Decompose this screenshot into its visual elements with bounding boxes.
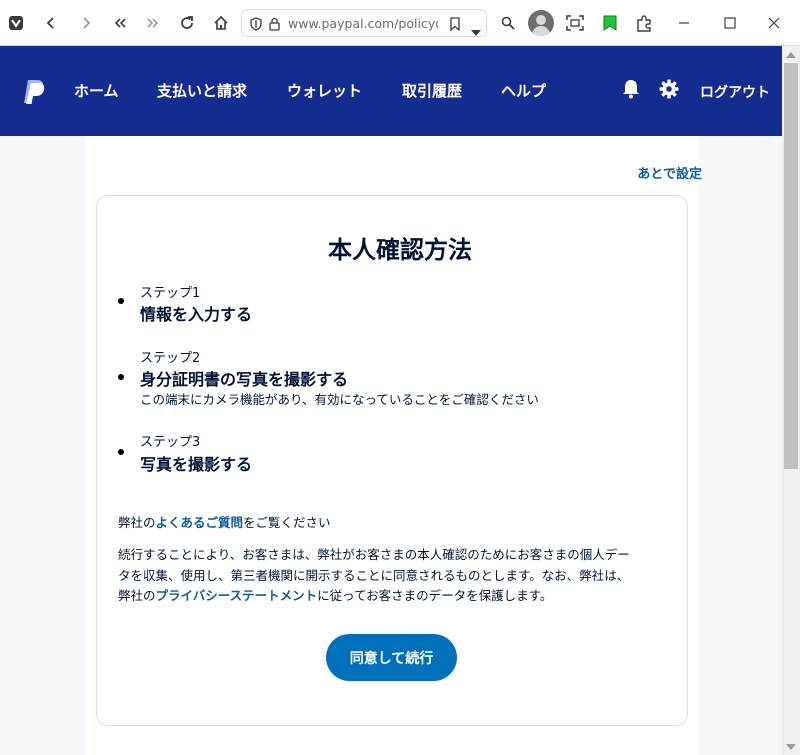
back-icon[interactable] (37, 9, 65, 37)
agree-continue-button[interactable]: 同意して続行 (326, 634, 457, 681)
step-bullet (118, 298, 124, 304)
lock-icon[interactable] (269, 16, 280, 35)
faq-suffix: をご覧ください (243, 515, 331, 530)
faq-prefix: 弊社の (118, 515, 156, 530)
profile-avatar[interactable] (528, 10, 554, 36)
extension-bookmark-icon[interactable] (596, 9, 624, 37)
logout-link[interactable]: ログアウト (700, 82, 770, 102)
scroll-down-arrow[interactable] (786, 744, 796, 750)
address-bar[interactable]: www.paypal.com/policydas (241, 9, 487, 37)
consent-line-1: 続行することにより、お客さまは、弊社がお客さまの本人確認のためにお客さまの個人デ… (118, 547, 630, 562)
shield-icon[interactable] (250, 16, 262, 35)
step-2-title: 身分証明書の写真を撮影する (140, 370, 349, 389)
minimize-icon[interactable] (670, 9, 698, 37)
home-icon[interactable] (207, 9, 235, 37)
rewind-icon[interactable] (106, 9, 134, 37)
faq-link[interactable]: よくあるご質問 (156, 515, 244, 530)
gear-icon[interactable] (659, 79, 679, 103)
step-3-label: ステップ3 (140, 435, 201, 450)
url-text[interactable]: www.paypal.com/policydas (288, 16, 438, 31)
step-3-title: 写真を撮影する (140, 455, 253, 474)
nav-payments[interactable]: 支払いと請求 (157, 80, 247, 101)
search-icon[interactable] (494, 9, 522, 37)
site-navigation: ホーム 支払いと請求 ウォレット 取引履歴 ヘルプ ログアウト (0, 46, 782, 136)
maximize-icon[interactable] (716, 9, 744, 37)
dropdown-icon[interactable] (471, 21, 481, 40)
step-2-label: ステップ2 (140, 351, 201, 366)
step-1-label: ステップ1 (140, 286, 201, 301)
nav-help[interactable]: ヘルプ (501, 80, 546, 101)
step-1-title: 情報を入力する (140, 305, 253, 324)
scroll-up-arrow[interactable] (786, 52, 796, 58)
reload-icon[interactable] (173, 9, 201, 37)
nav-home[interactable]: ホーム (74, 80, 119, 101)
nav-wallet[interactable]: ウォレット (287, 80, 362, 101)
privacy-statement-link[interactable]: プライバシーステートメント (156, 588, 318, 603)
page-title: 本人確認方法 (328, 236, 472, 264)
step-2-note: この端末にカメラ機能があり、有効になっていることをご確認ください (140, 392, 539, 407)
fast-forward-icon[interactable] (139, 9, 167, 37)
bell-icon[interactable] (622, 79, 640, 103)
step-bullet (118, 449, 124, 455)
consent-line-2: タを収集、使用し、第三者機関に開示することに同意されるものとします。なお、弊社は… (118, 568, 630, 583)
consent-line-3: 弊社のプライバシーステートメントに従ってお客さまのデータを保護します。 (118, 585, 552, 604)
bookmark-icon[interactable] (450, 16, 460, 35)
close-icon[interactable] (760, 9, 788, 37)
faq-line: 弊社のよくあるご質問をご覧ください (118, 512, 331, 531)
forward-icon[interactable] (72, 9, 100, 37)
consent-prefix: 弊社の (118, 588, 156, 603)
browser-menu-icon[interactable] (2, 9, 30, 37)
consent-suffix: に従ってお客さまのデータを保護します。 (317, 588, 553, 603)
step-bullet (118, 374, 124, 380)
extensions-icon[interactable] (630, 9, 658, 37)
browser-toolbar: www.paypal.com/policydas (0, 0, 800, 46)
set-later-link[interactable]: あとで設定 (637, 163, 702, 182)
nav-activity[interactable]: 取引履歴 (402, 80, 462, 101)
scrollbar-thumb[interactable] (784, 63, 798, 469)
paypal-logo[interactable] (22, 79, 46, 109)
capture-icon[interactable] (561, 9, 589, 37)
